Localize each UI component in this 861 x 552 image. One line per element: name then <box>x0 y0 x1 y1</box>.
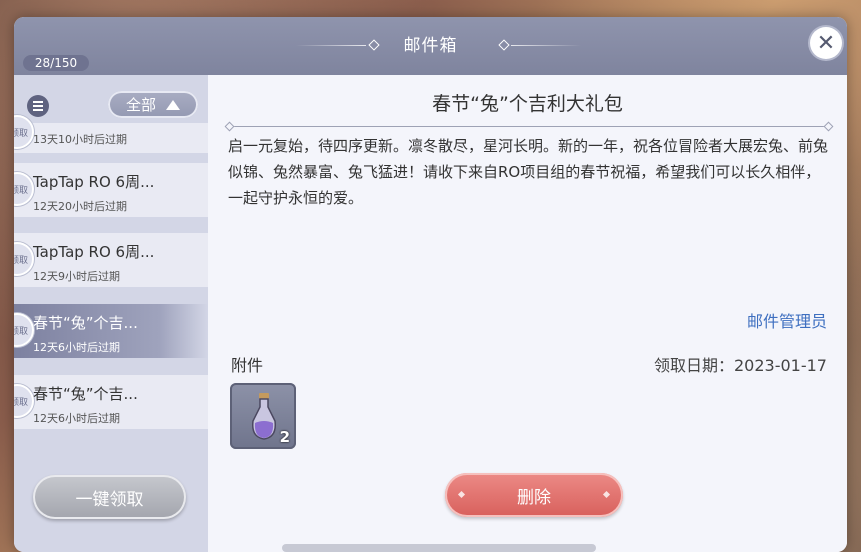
mail-list-item-selected[interactable]: 领取 春节“兔”个吉... 12天6小时后过期 <box>14 304 208 358</box>
title-divider <box>228 126 830 127</box>
mail-expire-text: 13天10小时后过期 <box>33 133 127 146</box>
mail-list-item[interactable]: 领取 TapTap RO 6周... 12天9小时后过期 <box>14 233 208 287</box>
mail-detail: 春节“兔”个吉利大礼包 启一元复始，待四序更新。凛冬散尽，星河长明。新的一年，祝… <box>208 75 847 552</box>
claim-all-button[interactable]: 一键领取 <box>33 475 186 519</box>
delete-button[interactable]: 删除 <box>445 473 623 517</box>
filter-dropdown[interactable]: 全部 <box>108 91 198 118</box>
triangle-up-icon <box>166 99 180 110</box>
attachments-label: 附件 <box>231 356 264 375</box>
mail-subject: 春节“兔”个吉... <box>33 385 138 403</box>
sender-link[interactable]: 邮件管理员 <box>747 308 827 332</box>
mail-count-badge: 28/150 <box>23 55 89 71</box>
list-icon[interactable] <box>27 95 49 117</box>
mail-claim-avatar: 领取 <box>14 172 34 206</box>
mail-list-item[interactable]: 领取 13天10小时后过期 <box>14 115 208 153</box>
button-ornament-right <box>602 490 611 499</box>
title-bar: 邮件箱 ✕ 28/150 <box>14 17 847 75</box>
close-button[interactable]: ✕ <box>810 27 842 59</box>
window-title: 邮件箱 <box>403 36 458 56</box>
mail-list-item[interactable]: 领取 TapTap RO 6周... 12天20小时后过期 <box>14 163 208 217</box>
delete-label: 删除 <box>517 487 551 508</box>
potion-bottle-icon <box>251 393 277 440</box>
attachment-quantity: 2 <box>279 428 290 446</box>
mail-body-text: 启一元复始，待四序更新。凛冬散尽，星河长明。新的一年，祝各位冒险者大展宏兔、前兔… <box>228 137 829 207</box>
mail-list-sidebar: 全部 领取 13天10小时后过期 领取 TapTap RO 6周... 12天2… <box>14 75 208 552</box>
bottom-scroll-handle[interactable] <box>282 544 596 552</box>
close-icon: ✕ <box>816 30 836 56</box>
mail-title: 春节“兔”个吉利大礼包 <box>432 93 623 115</box>
mail-subject: TapTap RO 6周... <box>33 243 155 261</box>
attachment-slot[interactable]: 2 <box>230 383 296 449</box>
mail-expire-text: 12天20小时后过期 <box>33 200 127 213</box>
mail-claim-avatar: 领取 <box>14 242 34 276</box>
mail-claim-avatar: 领取 <box>14 313 34 347</box>
title-ornament-right <box>511 45 581 46</box>
mail-claim-avatar: 领取 <box>14 115 34 149</box>
filter-label: 全部 <box>125 96 156 114</box>
button-ornament-left <box>457 490 466 499</box>
mail-expire-text: 12天6小时后过期 <box>33 341 120 354</box>
claim-date: 领取日期：2023-01-17 <box>654 356 827 375</box>
mail-list-item[interactable]: 领取 春节“兔”个吉... 12天6小时后过期 <box>14 375 208 429</box>
mail-expire-text: 12天6小时后过期 <box>33 412 120 425</box>
mail-expire-text: 12天9小时后过期 <box>33 270 120 283</box>
mail-claim-avatar: 领取 <box>14 384 34 418</box>
mailbox-window: 邮件箱 ✕ 28/150 全部 领取 13天10小时后过期 领取 TapTap … <box>14 17 847 552</box>
mail-subject: 春节“兔”个吉... <box>33 314 138 332</box>
mail-subject: TapTap RO 6周... <box>33 173 155 191</box>
